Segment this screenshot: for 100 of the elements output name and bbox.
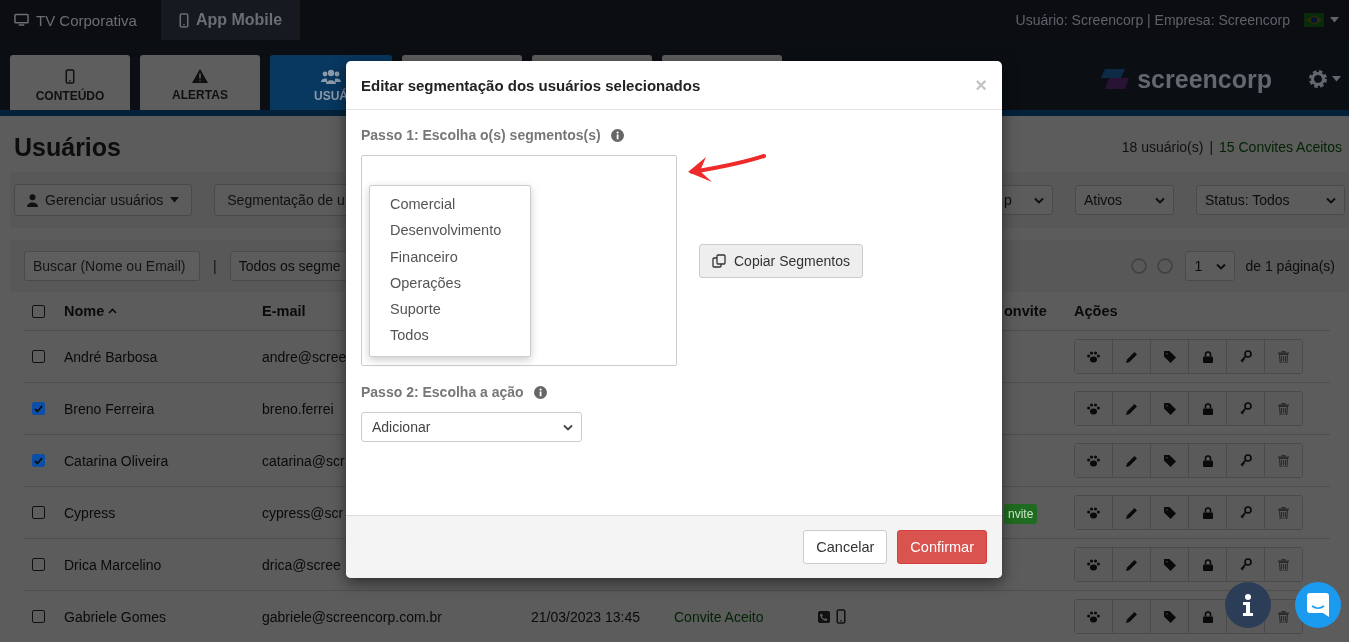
copy-icon (712, 253, 726, 268)
user-name: Cypress (64, 504, 116, 521)
checkbox[interactable] (32, 304, 45, 318)
user-email: cypress@scr (262, 504, 344, 521)
user-email: andre@scree (262, 348, 347, 365)
segment-option[interactable]: Suporte (370, 297, 530, 324)
logo-icon (1099, 67, 1132, 91)
checkbox[interactable] (32, 454, 45, 467)
user-email: drica@scree (262, 556, 341, 573)
checkbox[interactable] (32, 506, 45, 519)
column-header: onvite (1004, 303, 1047, 319)
lock-icon (1202, 402, 1213, 415)
tag-icon (1163, 350, 1176, 363)
app-tab[interactable]: App Mobile (160, 0, 301, 40)
user-name: Drica Marcelino (64, 556, 162, 573)
key-icon (1239, 506, 1252, 519)
paw-icon (1087, 350, 1100, 363)
checkbox[interactable] (32, 350, 45, 363)
confirm-button[interactable]: Confirmar (897, 530, 987, 564)
cancel-button[interactable]: Cancelar (803, 530, 888, 564)
user-name: Gabriele Gomes (64, 608, 166, 625)
tag-icon (1163, 454, 1176, 467)
pencil-icon (1125, 558, 1138, 571)
monitor-icon (14, 13, 29, 27)
actions-header: Ações (1074, 303, 1118, 319)
mobile-icon (836, 609, 846, 624)
key-icon (1239, 454, 1252, 467)
chevron-icon (563, 423, 573, 431)
settings-icon (1308, 69, 1328, 89)
segments-field[interactable]: Comercial Desenvolvimento Financeiro Operações Suporte Todos (361, 155, 677, 366)
pencil-icon (1125, 350, 1138, 363)
tag-icon (1163, 402, 1176, 415)
accepted-count: 15 Convites Aceitos (1219, 139, 1342, 155)
pencil-icon (1125, 402, 1138, 415)
checkbox[interactable] (32, 558, 45, 571)
key-icon (1239, 350, 1252, 363)
paw-button[interactable] (1075, 340, 1113, 373)
paw-button[interactable] (1075, 496, 1113, 529)
trash-icon (1278, 610, 1289, 623)
paw-button[interactable] (1075, 392, 1113, 425)
lock-icon (1202, 610, 1213, 623)
chat-menu[interactable] (1295, 582, 1341, 628)
paw-icon (1087, 454, 1100, 467)
tag-icon (1163, 558, 1176, 571)
invite-status: Convite Aceito (674, 608, 764, 625)
caret-icon (1332, 76, 1341, 82)
action-select[interactable]: Adicionar (361, 412, 582, 442)
nav-tab[interactable]: CONTEÚDO (10, 55, 130, 110)
step-label: Passo 2: Escolha a ação (361, 384, 524, 400)
invite-date: 21/03/2023 13:45 (531, 608, 640, 625)
chevron-icon (1326, 196, 1336, 204)
page-select[interactable]: 1 (1185, 251, 1236, 281)
lock-icon (1202, 506, 1213, 519)
info-icon (610, 128, 624, 142)
segment-option[interactable]: Desenvolvimento (370, 218, 530, 245)
paw-button[interactable] (1075, 600, 1113, 633)
paw-button[interactable] (1075, 548, 1113, 581)
page-total: de 1 página(s) (1245, 258, 1335, 274)
segment-option[interactable]: Financeiro (370, 244, 530, 271)
segment-option[interactable]: Comercial (370, 192, 530, 219)
warning-icon (192, 69, 208, 83)
user-email: gabriele@screencorp.com.br (262, 608, 442, 625)
trash-icon (1278, 350, 1289, 363)
app-tab[interactable]: TV Corporativa (0, 0, 151, 40)
segment-option[interactable]: Operações (370, 270, 530, 298)
chevron-icon (1216, 262, 1227, 270)
page-title: Usuários (14, 132, 121, 162)
help-menu[interactable] (1225, 582, 1271, 628)
nav-tab[interactable]: ALERTAS (140, 55, 260, 110)
user-name: André Barbosa (64, 348, 158, 365)
segment-option[interactable]: Todos (370, 323, 530, 350)
paw-button[interactable] (1075, 444, 1113, 477)
mobile-icon (65, 68, 75, 84)
checkbox[interactable] (32, 610, 45, 623)
info-icon (533, 385, 547, 399)
manage-users-button[interactable]: Gerenciar usuários (14, 184, 193, 216)
circle-icon (1131, 258, 1148, 274)
tag-icon (1163, 506, 1176, 519)
lock-icon (1202, 350, 1213, 363)
tag-icon (1163, 610, 1176, 623)
filter-select[interactable]: Status: Todos (1196, 185, 1345, 215)
logo-text: screencorp (1137, 64, 1272, 94)
separator: | (1209, 139, 1214, 155)
lock-icon (1202, 454, 1213, 467)
trash-icon (1278, 454, 1289, 467)
chat-icon (1307, 593, 1329, 617)
user-name: Breno Ferreira (64, 400, 155, 417)
users-icon (321, 68, 341, 84)
chevron-icon (1034, 196, 1044, 204)
paw-icon (1087, 558, 1100, 571)
user-email: catarina@scr (262, 452, 345, 469)
caret-icon (170, 197, 180, 203)
name-header[interactable]: Nome (64, 303, 118, 319)
paw-icon (1087, 506, 1100, 519)
lock-icon (1202, 558, 1213, 571)
checkbox[interactable] (32, 402, 45, 415)
filter-select[interactable]: Ativos (1075, 185, 1174, 215)
user-name: Catarina Oliveira (64, 452, 169, 469)
copy-segments-button[interactable]: Copiar Segmentos (699, 243, 863, 278)
search-field[interactable]: Buscar (Nome ou Email) (24, 251, 200, 281)
